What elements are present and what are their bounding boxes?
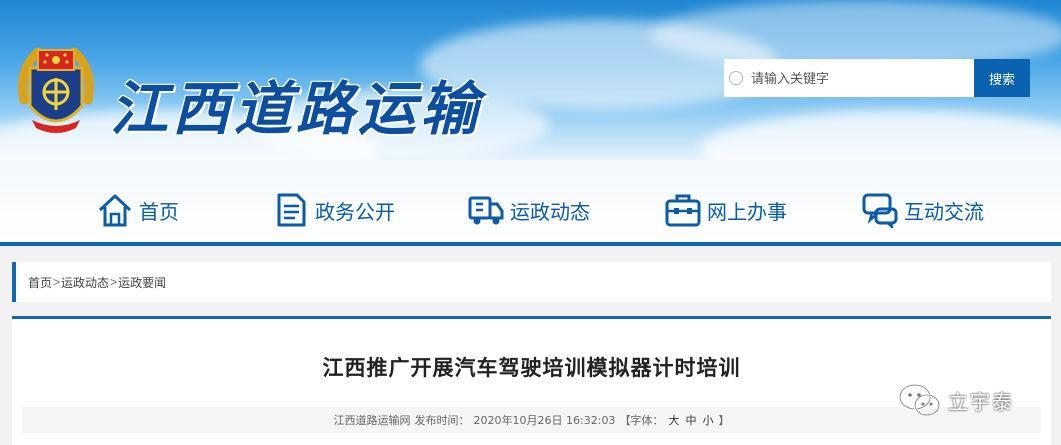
article-title: 江西推广开展汽车驾驶培训模拟器计时培训: [322, 357, 741, 380]
breadcrumb-transport-news-link[interactable]: 运政动态: [61, 274, 109, 291]
published-date: 2020年10月26日 16:32:03: [473, 414, 616, 427]
search-button[interactable]: 搜索: [974, 59, 1030, 97]
nav-item-gov-affairs[interactable]: 政务公开: [273, 190, 395, 230]
breadcrumb: 首页 > 运政动态 > 运政要闻: [12, 262, 1051, 302]
nav-label: 网上办事: [707, 201, 787, 224]
font-size-small-button[interactable]: 小: [702, 412, 713, 428]
nav-item-online-services[interactable]: 网上办事: [665, 190, 787, 230]
site-title: 江西道路运输: [110, 75, 483, 143]
font-size-label-close: 】: [718, 414, 730, 427]
header-cloud: [700, 110, 1061, 160]
chat-icon: [862, 193, 898, 228]
site-header: 江西道路运输 搜索: [0, 0, 1061, 160]
nav-label: 互动交流: [904, 201, 984, 224]
article-panel: 江西推广开展汽车驾驶培训模拟器计时培训 江西道路运输网 发布时间： 2020年1…: [12, 316, 1051, 445]
main-nav: 首页 政务公开 运政动态 网上办事 互动交流: [0, 160, 1061, 246]
nav-item-transport-news[interactable]: 运政动态: [468, 190, 590, 230]
published-label: 发布时间：: [414, 414, 470, 427]
breadcrumb-home-link[interactable]: 首页: [28, 274, 52, 291]
briefcase-icon: [665, 194, 701, 227]
article-meta: 江西道路运输网 发布时间： 2020年10月26日 16:32:03 【字体： …: [22, 407, 1041, 433]
nav-label: 首页: [139, 201, 179, 224]
search-box: 搜索: [724, 59, 1030, 97]
nav-item-home[interactable]: 首页: [97, 190, 179, 230]
document-icon: [277, 193, 306, 227]
search-input[interactable]: [751, 59, 974, 97]
transport-emblem-icon: [18, 47, 94, 133]
article-source: 江西道路运输网: [333, 414, 411, 427]
nav-label: 运政动态: [510, 201, 590, 224]
breadcrumb-current-link[interactable]: 运政要闻: [118, 274, 166, 291]
nav-item-interaction[interactable]: 互动交流: [862, 190, 984, 230]
truck-icon: [468, 196, 504, 225]
font-size-large-button[interactable]: 大: [668, 412, 679, 428]
search-icon: [729, 71, 743, 85]
font-size-label-open: 【字体：: [619, 414, 664, 427]
breadcrumb-separator: >: [53, 275, 61, 289]
font-size-medium-button[interactable]: 中: [685, 412, 696, 428]
home-icon: [98, 194, 132, 227]
nav-label: 政务公开: [315, 201, 395, 224]
breadcrumb-separator: >: [110, 275, 118, 289]
